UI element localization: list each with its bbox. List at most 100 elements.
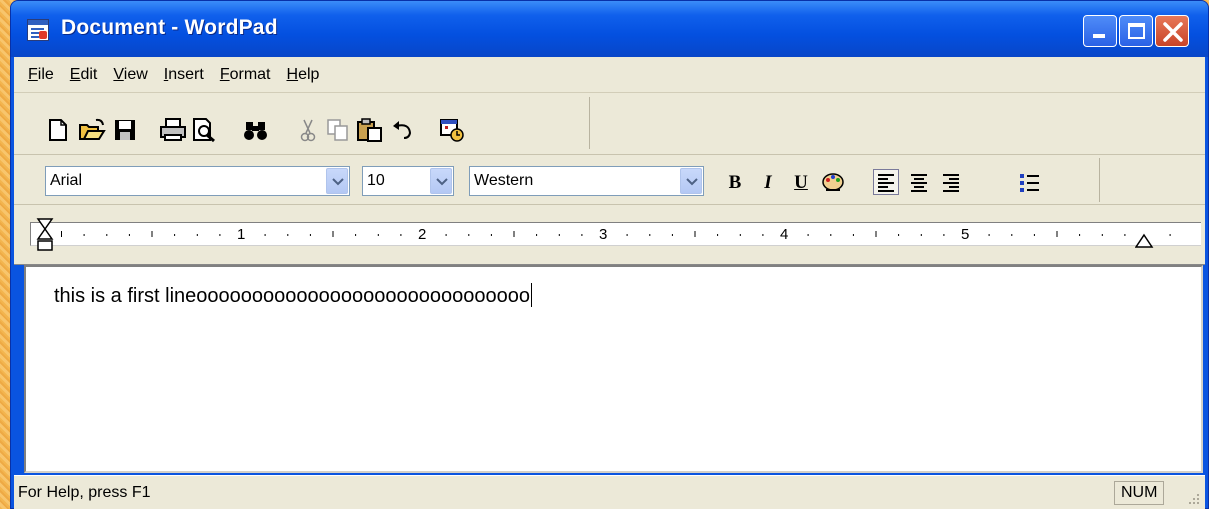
ruler-number-1: 1 xyxy=(237,226,246,243)
align-right-icon[interactable] xyxy=(938,170,964,196)
menu-view[interactable]: View xyxy=(113,66,147,84)
menu-format[interactable]: Format xyxy=(220,66,271,84)
menu-file[interactable]: File xyxy=(28,66,54,84)
ruler-tick xyxy=(1079,234,1081,236)
ruler-tick xyxy=(400,234,402,236)
ruler-tick xyxy=(445,234,447,236)
align-left-icon[interactable] xyxy=(873,169,899,195)
ruler-tick xyxy=(83,234,85,236)
document-text-line: this is a first lineoooooooooooooooooooo… xyxy=(54,283,532,308)
ruler-tick xyxy=(1169,234,1171,236)
ruler-tick xyxy=(536,234,538,236)
ruler-tick xyxy=(717,234,719,236)
maximize-icon xyxy=(1128,23,1145,39)
ruler-number-3: 3 xyxy=(599,226,608,243)
font-name-value: Arial xyxy=(50,172,83,189)
right-indent-marker[interactable] xyxy=(1135,233,1155,253)
ruler-tick xyxy=(943,234,945,236)
standard-toolbar xyxy=(14,93,1205,155)
left-indent-marker[interactable] xyxy=(36,217,56,261)
ruler-tick xyxy=(1101,234,1103,236)
print-icon[interactable] xyxy=(159,117,186,143)
font-size-dropdown[interactable]: 10 xyxy=(362,166,454,196)
copy-icon[interactable] xyxy=(325,117,351,143)
bold-button[interactable]: B xyxy=(722,170,748,196)
wordpad-app-icon[interactable] xyxy=(27,19,49,41)
ruler-tick xyxy=(988,234,990,236)
ruler-tick xyxy=(671,234,673,236)
ruler-tick xyxy=(264,234,266,236)
ruler-number-5: 5 xyxy=(961,226,970,243)
underline-button[interactable]: U xyxy=(788,170,814,196)
paste-icon[interactable] xyxy=(356,117,382,143)
minimize-button[interactable] xyxy=(1083,15,1117,47)
document-editor[interactable]: this is a first lineoooooooooooooooooooo… xyxy=(24,265,1203,473)
ruler-tick xyxy=(174,234,176,236)
minimize-icon xyxy=(1093,34,1105,38)
ruler-number-4: 4 xyxy=(780,226,789,243)
ruler-tick xyxy=(875,231,877,237)
ruler-tick xyxy=(287,234,289,236)
script-dropdown[interactable]: Western xyxy=(469,166,704,196)
ruler-tick xyxy=(852,234,854,236)
wordpad-window: Document - WordPad File Edit View Insert… xyxy=(10,0,1209,509)
ruler-tick xyxy=(1011,234,1013,236)
ruler-tick xyxy=(558,234,560,236)
cut-icon[interactable] xyxy=(295,117,321,143)
ruler-tick xyxy=(920,234,922,236)
ruler-tick xyxy=(219,234,221,236)
save-icon[interactable] xyxy=(112,117,138,143)
ruler-tick xyxy=(377,234,379,236)
color-palette-icon[interactable] xyxy=(820,170,846,196)
chevron-down-icon[interactable] xyxy=(680,168,702,194)
ruler-tick xyxy=(1124,234,1126,236)
resize-grip-icon[interactable] xyxy=(1185,490,1201,506)
undo-icon[interactable] xyxy=(389,117,415,143)
script-value: Western xyxy=(474,172,534,189)
menu-help[interactable]: Help xyxy=(287,66,320,84)
close-button[interactable] xyxy=(1155,15,1189,47)
title-bar[interactable]: Document - WordPad xyxy=(11,1,1208,57)
ruler-tick xyxy=(649,234,651,236)
maximize-button[interactable] xyxy=(1119,15,1153,47)
date-time-icon[interactable] xyxy=(438,117,464,143)
status-bar: For Help, press F1 NUM xyxy=(14,475,1205,509)
ruler-tick xyxy=(807,234,809,236)
open-icon[interactable] xyxy=(78,117,106,143)
ruler-ticks xyxy=(61,231,1171,237)
ruler-tick xyxy=(581,234,583,236)
italic-button[interactable]: I xyxy=(755,170,781,196)
ruler-tick xyxy=(61,231,62,237)
menu-edit[interactable]: Edit xyxy=(70,66,98,84)
ruler-tick xyxy=(626,234,628,236)
new-icon[interactable] xyxy=(45,117,71,143)
ruler-tick xyxy=(309,234,311,236)
ruler-tick xyxy=(694,231,696,237)
window-title: Document - WordPad xyxy=(61,16,278,39)
menu-insert[interactable]: Insert xyxy=(164,66,204,84)
ruler-tick xyxy=(355,234,357,236)
font-name-dropdown[interactable]: Arial xyxy=(45,166,350,196)
ruler-tick xyxy=(762,234,764,236)
ruler-tick xyxy=(1033,234,1035,236)
chevron-down-icon[interactable] xyxy=(326,168,348,194)
ruler[interactable]: 1 2 3 4 5 xyxy=(14,205,1205,265)
chevron-down-icon[interactable] xyxy=(430,168,452,194)
text-caret xyxy=(530,283,532,307)
document-text: this is a first lineoooooooooooooooooooo… xyxy=(54,285,530,307)
num-lock-indicator: NUM xyxy=(1114,481,1164,505)
ruler-tick xyxy=(151,231,153,237)
align-center-icon[interactable] xyxy=(906,170,932,196)
ruler-tick xyxy=(1056,231,1058,237)
menu-bar: File Edit View Insert Format Help xyxy=(14,57,1205,93)
font-size-value: 10 xyxy=(367,172,385,189)
find-icon[interactable] xyxy=(242,117,268,143)
ruler-tick xyxy=(196,234,198,236)
status-help-text: For Help, press F1 xyxy=(18,484,151,501)
ruler-tick xyxy=(128,234,130,236)
close-icon xyxy=(1163,22,1183,42)
print-preview-icon[interactable] xyxy=(191,117,217,143)
ruler-tick xyxy=(898,234,900,236)
ruler-tick xyxy=(513,231,515,237)
bullets-icon[interactable] xyxy=(1016,170,1042,196)
